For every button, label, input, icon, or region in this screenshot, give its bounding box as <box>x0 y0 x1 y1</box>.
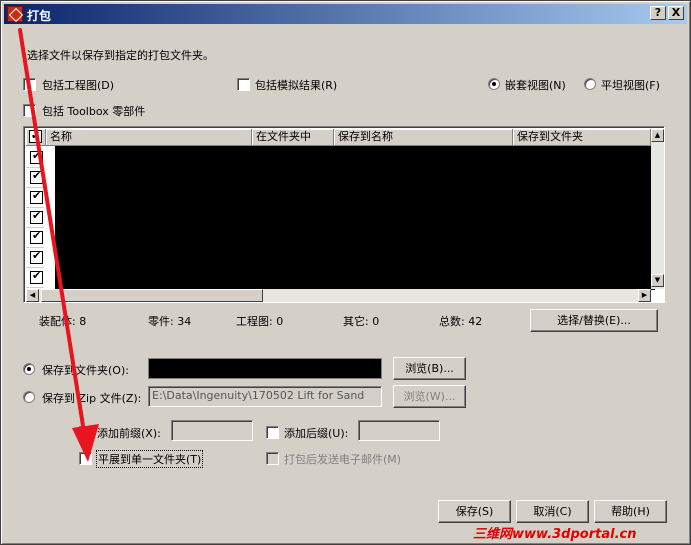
scroll-left-icon[interactable]: ◀ <box>26 289 39 302</box>
scroll-down-icon[interactable]: ▼ <box>651 274 664 287</box>
row-checkbox[interactable] <box>30 149 43 164</box>
row-divider <box>26 227 44 228</box>
add-prefix-label: 添加前缀(X): <box>97 427 161 440</box>
title-bar[interactable]: 打包 ? X <box>4 4 687 24</box>
include-drawings-label: 包括工程图(D) <box>42 79 115 92</box>
row-divider <box>26 247 44 248</box>
browse-folder-button[interactable]: 浏览(B)... <box>393 357 466 380</box>
flat-view-label: 平坦视图(F) <box>601 79 660 92</box>
include-drawings-checkbox[interactable] <box>23 78 36 91</box>
select-all-checkbox[interactable] <box>29 128 42 144</box>
row-divider <box>26 187 44 188</box>
include-toolbox-checkbox[interactable] <box>23 104 36 117</box>
summary-parts: 零件: 34 <box>148 315 192 328</box>
summary-total: 总数: 42 <box>439 315 483 328</box>
row-checkbox[interactable] <box>30 189 43 204</box>
save-to-zip-label: 保存到 Zip 文件(Z): <box>42 392 142 405</box>
row-checkbox[interactable] <box>30 269 43 284</box>
include-sim-results-label: 包括模拟结果(R) <box>255 79 338 92</box>
row-checkbox[interactable] <box>30 169 43 184</box>
row-divider <box>26 207 44 208</box>
email-after-label: 打包后发送电子邮件(M) <box>284 453 402 466</box>
help-button[interactable]: 帮助(H) <box>594 500 667 523</box>
save-button[interactable]: 保存(S) <box>438 500 511 523</box>
zip-path-input[interactable]: E:\Data\Ingenuity\170502 Lift for Sand D… <box>148 386 382 407</box>
horizontal-scroll-thumb[interactable] <box>41 289 263 302</box>
close-button[interactable]: X <box>668 6 684 20</box>
column-header-name[interactable]: 名称 <box>46 129 252 146</box>
summary-drawings: 工程图: 0 <box>236 315 284 328</box>
scroll-up-icon[interactable]: ▲ <box>651 129 664 142</box>
save-to-zip-radio[interactable] <box>23 391 35 403</box>
add-prefix-checkbox[interactable] <box>79 426 92 439</box>
app-icon <box>7 6 23 22</box>
email-after-checkbox[interactable] <box>266 452 279 465</box>
include-sim-results-checkbox[interactable] <box>237 78 250 91</box>
file-list-table[interactable]: 名称 在文件夹中 保存到名称 保存到文件夹 ▲ ▼ ◀ ▶ <box>23 126 665 303</box>
summary-assemblies: 装配体: 8 <box>39 315 87 328</box>
header-select-all[interactable] <box>26 128 46 146</box>
summary-other: 其它: 0 <box>343 315 380 328</box>
redacted-file-list <box>55 146 655 290</box>
save-folder-path-input[interactable] <box>148 358 382 379</box>
window-title: 打包 <box>27 9 52 23</box>
flatten-checkbox[interactable] <box>79 452 92 465</box>
help-title-button[interactable]: ? <box>650 6 666 20</box>
cancel-button[interactable]: 取消(C) <box>516 500 589 523</box>
prefix-input[interactable] <box>171 420 253 441</box>
add-suffix-label: 添加后缀(U): <box>284 427 349 440</box>
include-toolbox-label: 包括 Toolbox 零部件 <box>42 105 146 118</box>
row-checkbox[interactable] <box>30 229 43 244</box>
scroll-right-icon[interactable]: ▶ <box>638 289 651 302</box>
row-checkbox[interactable] <box>30 209 43 224</box>
browse-zip-button[interactable]: 浏览(W)... <box>393 385 466 408</box>
row-divider <box>26 287 44 288</box>
column-header-save-folder[interactable]: 保存到文件夹 <box>513 129 651 146</box>
vertical-scrollbar[interactable]: ▲ ▼ <box>651 129 664 289</box>
horizontal-scrollbar[interactable]: ◀ ▶ <box>26 289 651 302</box>
add-suffix-checkbox[interactable] <box>266 426 279 439</box>
flat-view-radio[interactable] <box>584 78 596 90</box>
intro-text: 选择文件以保存到指定的打包文件夹。 <box>27 49 214 62</box>
pack-and-go-dialog: 打包 ? X 选择文件以保存到指定的打包文件夹。 包括工程图(D) 包括模拟结果… <box>0 0 691 545</box>
select-replace-button[interactable]: 选择/替换(E)... <box>530 309 658 332</box>
watermark-text: 三维网www.3dportal.cn <box>473 527 637 542</box>
flatten-label: 平展到单一文件夹(T) <box>95 450 204 468</box>
column-header-save-name[interactable]: 保存到名称 <box>334 129 513 146</box>
nested-view-label: 嵌套视图(N) <box>505 79 566 92</box>
nested-view-radio[interactable] <box>488 78 500 90</box>
row-divider <box>26 267 44 268</box>
save-to-folder-radio[interactable] <box>23 363 35 375</box>
row-checkbox[interactable] <box>30 249 43 264</box>
suffix-input[interactable] <box>358 420 440 441</box>
column-header-in-folder[interactable]: 在文件夹中 <box>252 129 334 146</box>
row-divider <box>26 167 44 168</box>
save-to-folder-label: 保存到文件夹(O): <box>42 364 129 377</box>
